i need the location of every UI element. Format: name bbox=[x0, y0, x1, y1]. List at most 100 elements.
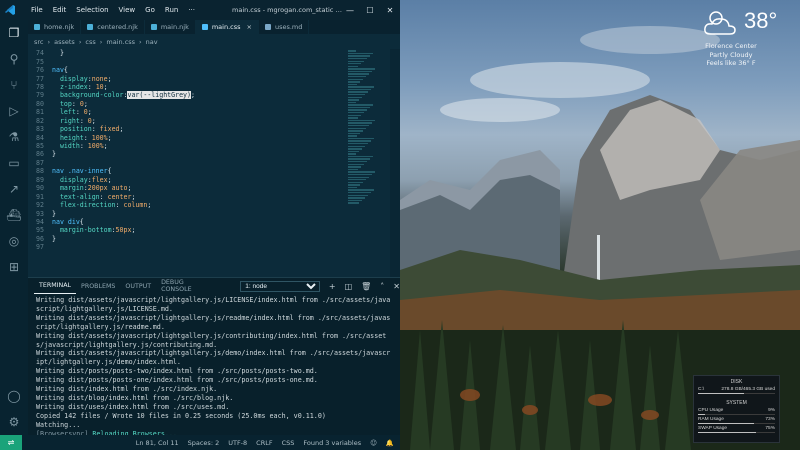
tab-main-njk[interactable]: main.njk bbox=[145, 20, 196, 34]
trash-icon[interactable]: 🗑 bbox=[361, 282, 371, 291]
code-line[interactable]: 76 nav{ bbox=[28, 66, 400, 74]
cursor-position[interactable]: Ln 81, Col 11 bbox=[136, 439, 179, 447]
extensions-icon[interactable]: ⊞ bbox=[0, 254, 28, 280]
indentation[interactable]: Spaces: 2 bbox=[188, 439, 220, 447]
chevron-up-icon[interactable]: ˄ bbox=[380, 282, 384, 291]
editor-scrollbar[interactable] bbox=[390, 49, 400, 277]
new-terminal-icon[interactable]: + bbox=[329, 282, 336, 291]
breadcrumb-src[interactable]: src bbox=[34, 38, 44, 46]
code-line[interactable]: 89 display:flex; bbox=[28, 176, 400, 184]
tab-debug-console[interactable]: DEBUG CONSOLE bbox=[156, 278, 218, 294]
explorer-icon[interactable]: ❐ bbox=[0, 20, 28, 46]
line-number: 90 bbox=[36, 184, 44, 193]
tab-centered-njk[interactable]: centered.njk bbox=[81, 20, 145, 34]
terminal-line: Writing dist/posts/posts-one/index.html … bbox=[36, 376, 318, 385]
breadcrumb-css[interactable]: css bbox=[85, 38, 95, 46]
code-editor[interactable]: 74 } 75 76 nav{77 display:none; 78 z-index: … bbox=[28, 49, 400, 277]
accounts-icon[interactable]: ◯ bbox=[0, 383, 28, 409]
close-icon[interactable]: ✕ bbox=[380, 0, 400, 20]
panel-tabs: TERMINAL PROBLEMS OUTPUT DEBUG CONSOLE 1… bbox=[28, 278, 400, 294]
tab-output[interactable]: OUTPUT bbox=[120, 278, 156, 294]
minimap-line bbox=[348, 81, 360, 83]
encoding[interactable]: UTF-8 bbox=[228, 439, 247, 447]
code-line[interactable]: 96} bbox=[28, 235, 400, 243]
menu-file[interactable]: File bbox=[26, 6, 48, 14]
code-line[interactable]: 75 bbox=[28, 57, 400, 66]
git-graph-icon[interactable]: ◎ bbox=[0, 228, 28, 254]
menu-go[interactable]: Go bbox=[140, 6, 160, 14]
run-debug-icon[interactable]: ▷ bbox=[0, 98, 28, 124]
tab-terminal[interactable]: TERMINAL bbox=[34, 278, 77, 294]
line-number: 76 bbox=[36, 66, 44, 75]
menu-edit[interactable]: Edit bbox=[48, 6, 72, 14]
breadcrumb-assets[interactable]: assets bbox=[54, 38, 75, 46]
line-ending[interactable]: CRLF bbox=[256, 439, 272, 447]
tab-uses-md[interactable]: uses.md bbox=[259, 20, 310, 34]
remote-explorer-icon[interactable]: ▭ bbox=[0, 150, 28, 176]
code-line[interactable]: 86} bbox=[28, 150, 400, 158]
terminal-line: Watching... bbox=[36, 420, 81, 429]
minimap-line bbox=[348, 189, 374, 191]
system-row: RAM Usage 73% bbox=[694, 417, 779, 422]
code-line[interactable]: 88 nav .nav-inner{ bbox=[28, 167, 400, 175]
line-number: 97 bbox=[36, 243, 44, 252]
code-line[interactable]: 97 bbox=[28, 243, 400, 251]
breadcrumb-symbol[interactable]: nav bbox=[146, 38, 158, 46]
feedback-icon[interactable]: ☺ bbox=[370, 439, 377, 447]
menu-view[interactable]: View bbox=[114, 6, 141, 14]
tab-main-css[interactable]: main.css × bbox=[195, 20, 259, 34]
menu-run[interactable]: Run bbox=[160, 6, 183, 14]
weather-info: Florence Center Partly Cloudy Feels like… bbox=[700, 42, 762, 68]
code-line[interactable]: 83 position: fixed; bbox=[28, 125, 400, 133]
code-line[interactable]: 81 left: 0; bbox=[28, 108, 400, 116]
line-number: 96 bbox=[36, 234, 44, 243]
minimap-line bbox=[348, 150, 359, 153]
source-control-icon[interactable]: ⑂ bbox=[0, 72, 28, 98]
tab-problems[interactable]: PROBLEMS bbox=[76, 278, 120, 294]
code-line[interactable]: 92 flex-direction: column; bbox=[28, 201, 400, 209]
menu-selection[interactable]: Selection bbox=[71, 6, 113, 14]
code-line[interactable]: 80 top: 0; bbox=[28, 100, 400, 108]
split-terminal-icon[interactable]: ◫ bbox=[345, 282, 353, 291]
minimap[interactable] bbox=[348, 49, 378, 277]
line-number: 74 bbox=[36, 49, 44, 58]
test-icon[interactable]: ⚗ bbox=[0, 124, 28, 150]
code-line[interactable]: 79 background-color:var(--lightGrey); bbox=[28, 91, 400, 100]
code-line[interactable]: 91 text-align: center; bbox=[28, 192, 400, 201]
language-mode[interactable]: CSS bbox=[282, 439, 295, 447]
live-share-icon[interactable]: ↗ bbox=[0, 176, 28, 202]
settings-gear-icon[interactable]: ⚙ bbox=[0, 409, 28, 435]
terminal-select[interactable]: 1: node bbox=[240, 280, 320, 292]
code-line[interactable]: 74 } bbox=[28, 49, 400, 57]
code-text: top: 0; bbox=[59, 99, 88, 108]
variables-status[interactable]: Found 3 variables bbox=[303, 439, 361, 447]
code-line[interactable]: 90 margin:200px auto; bbox=[28, 184, 400, 192]
code-line[interactable]: 78 z-index: 10; bbox=[28, 83, 400, 91]
menu-more[interactable]: ··· bbox=[183, 6, 200, 14]
code-line[interactable]: 84 height: 100%; bbox=[28, 133, 400, 142]
minimap-line bbox=[348, 122, 372, 124]
code-line[interactable]: 87 bbox=[28, 159, 400, 167]
disk-title: DISK bbox=[730, 379, 743, 385]
code-line[interactable]: 95 margin-bottom:50px; bbox=[28, 226, 400, 234]
remote-icon[interactable]: ⇌ bbox=[0, 435, 22, 450]
close-panel-icon[interactable]: ✕ bbox=[393, 282, 400, 291]
notifications-icon[interactable]: 🔔 bbox=[386, 439, 394, 447]
search-icon[interactable]: ⚲ bbox=[0, 46, 28, 72]
minimap-line bbox=[348, 109, 367, 111]
code-line[interactable]: 85 width: 100%; bbox=[28, 142, 400, 150]
partly-cloudy-icon bbox=[704, 11, 736, 35]
code-line[interactable]: 94 nav div{ bbox=[28, 218, 400, 226]
breadcrumb-file[interactable]: main.css bbox=[106, 38, 135, 46]
close-tab-icon[interactable]: × bbox=[247, 23, 252, 31]
minimap-line bbox=[348, 176, 369, 178]
maximize-icon[interactable]: ☐ bbox=[360, 0, 380, 20]
code-line[interactable]: 82 right: 0; bbox=[28, 117, 400, 125]
docker-icon[interactable]: ⛴ bbox=[0, 202, 28, 228]
weather-condition: Partly Cloudy bbox=[709, 50, 753, 59]
code-line[interactable]: 77 display:none; bbox=[28, 74, 400, 83]
tab-home-njk[interactable]: home.njk bbox=[28, 20, 82, 34]
code-line[interactable]: 93} bbox=[28, 209, 400, 218]
terminal-output[interactable]: Writing dist/assets/javascript/lightgall… bbox=[36, 296, 392, 447]
minimize-icon[interactable]: — bbox=[340, 0, 360, 20]
